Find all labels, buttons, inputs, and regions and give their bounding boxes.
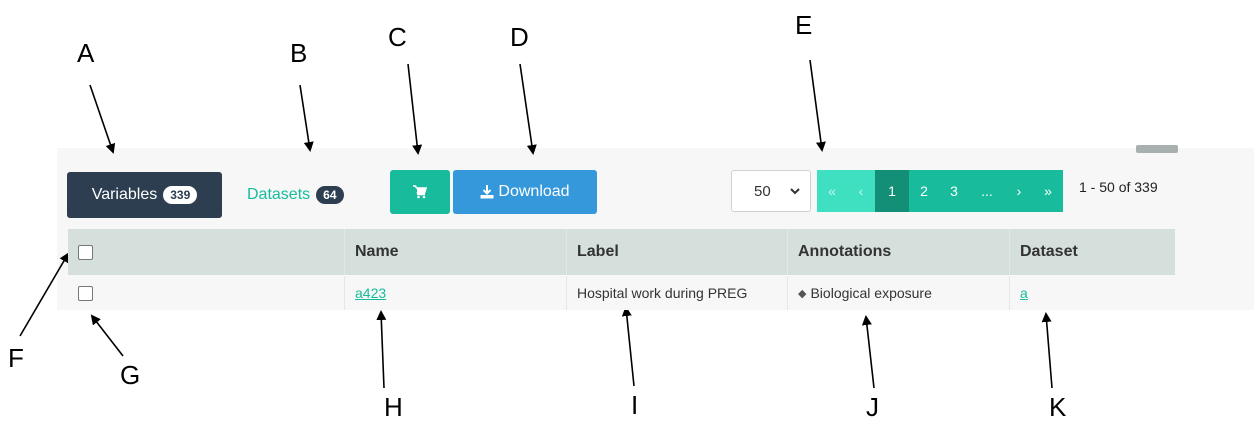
page-1-button[interactable]: 1 <box>875 170 909 212</box>
row-checkbox-cell <box>68 276 345 310</box>
variable-name-link[interactable]: a423 <box>355 285 386 301</box>
cart-icon <box>413 185 427 199</box>
table-header: Name Label Annotations Dataset <box>68 229 1175 275</box>
column-header-dataset[interactable]: Dataset <box>1010 229 1175 275</box>
arrow-b <box>299 84 314 152</box>
arrow-j <box>861 315 875 389</box>
select-all-checkbox[interactable] <box>78 244 93 260</box>
add-to-cart-button[interactable] <box>390 170 450 214</box>
annotation-cell: ◆ Biological exposure <box>788 276 1010 310</box>
arrow-h <box>376 310 387 389</box>
tab-variables-label: Variables <box>91 186 158 203</box>
dataset-link[interactable]: a <box>1020 285 1028 301</box>
page-prev-button[interactable]: ‹ <box>847 170 875 212</box>
tab-datasets-label: Datasets <box>247 186 311 203</box>
page-ellipsis: ... <box>969 170 1005 212</box>
datasets-count-badge: 64 <box>316 186 344 204</box>
chevron-down-icon <box>790 187 800 194</box>
arrow-g <box>90 314 124 357</box>
tab-variables[interactable]: Variables 339 <box>67 172 222 218</box>
tab-datasets[interactable]: Datasets 64 <box>247 172 344 218</box>
table-row: a423 Hospital work during PREG ◆ Biologi… <box>68 276 1175 310</box>
arrow-e <box>809 59 826 152</box>
results-range: 1 - 50 of 339 <box>1079 179 1158 195</box>
arrow-d <box>519 63 537 155</box>
arrow-c <box>407 63 423 155</box>
column-header-label[interactable]: Label <box>567 229 788 275</box>
page-next-button[interactable]: › <box>1005 170 1033 212</box>
annotation-text: Biological exposure <box>810 285 932 301</box>
row-checkbox[interactable] <box>78 285 93 301</box>
page-2-button[interactable]: 2 <box>909 170 939 212</box>
pagination: « ‹ 1 2 3 ... › » <box>817 170 1063 212</box>
column-header-name[interactable]: Name <box>345 229 567 275</box>
page-first-button[interactable]: « <box>817 170 847 212</box>
page-last-button[interactable]: » <box>1033 170 1063 212</box>
variables-count-badge: 339 <box>163 186 198 204</box>
download-icon <box>480 185 494 199</box>
header-checkbox-cell <box>68 229 345 275</box>
arrow-k <box>1041 312 1053 389</box>
page-3-button[interactable]: 3 <box>939 170 969 212</box>
tag-icon: ◆ <box>798 287 807 300</box>
dataset-cell: a <box>1010 276 1175 310</box>
column-header-annotations[interactable]: Annotations <box>788 229 1010 275</box>
name-cell: a423 <box>345 276 567 310</box>
arrow-a <box>89 84 116 154</box>
download-label: Download <box>498 183 570 200</box>
variable-label: Hospital work during PREG <box>567 276 788 310</box>
arrow-f <box>19 252 70 337</box>
page-size-select[interactable]: 50 <box>731 170 811 212</box>
arrow-i <box>621 306 635 387</box>
download-button[interactable]: Download <box>453 170 597 214</box>
page-size-value: 50 <box>754 182 771 200</box>
